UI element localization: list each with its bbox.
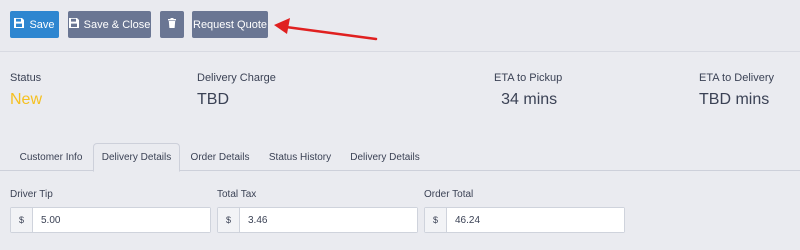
tab-order-details[interactable]: Order Details xyxy=(182,143,258,171)
toolbar: Save Save & Close Request Quote xyxy=(0,0,800,52)
delivery-charge-summary: Delivery Charge TBD xyxy=(197,72,276,109)
floppy-disk-icon xyxy=(68,18,79,31)
request-quote-label: Request Quote xyxy=(193,18,267,31)
eta-pickup-summary: ETA to Pickup 34 mins xyxy=(494,72,562,109)
floppy-disk-icon xyxy=(14,18,25,31)
driver-tip-label: Driver Tip xyxy=(10,189,53,200)
total-tax-input[interactable] xyxy=(240,208,417,232)
eta-delivery-label: ETA to Delivery xyxy=(699,72,774,84)
order-total-input-group: $ xyxy=(424,207,625,233)
save-button[interactable]: Save xyxy=(10,11,59,38)
eta-delivery-value: TBD mins xyxy=(699,91,770,108)
status-value: New xyxy=(10,91,43,108)
save-and-close-button[interactable]: Save & Close xyxy=(68,11,151,38)
tab-status-history[interactable]: Status History xyxy=(260,143,340,171)
delivery-charge-label: Delivery Charge xyxy=(197,72,276,84)
tab-delivery-details[interactable]: Delivery Details xyxy=(93,143,180,172)
total-tax-input-group: $ xyxy=(217,207,418,233)
save-and-close-label: Save & Close xyxy=(83,18,151,31)
tab-customer-info[interactable]: Customer Info xyxy=(10,143,92,171)
eta-delivery-summary: ETA to Delivery TBD mins xyxy=(699,72,774,109)
tab-delivery-details-2[interactable]: Delivery Details xyxy=(342,143,428,171)
total-tax-field: Total Tax $ xyxy=(217,189,418,233)
driver-tip-input[interactable] xyxy=(33,208,210,232)
red-arrow-icon xyxy=(274,18,378,41)
currency-addon: $ xyxy=(218,208,240,232)
currency-addon: $ xyxy=(11,208,33,232)
order-total-field: Order Total $ xyxy=(424,189,625,233)
save-label: Save xyxy=(29,18,55,31)
status-summary: Status New xyxy=(10,72,42,109)
order-total-label: Order Total xyxy=(424,189,474,200)
delivery-charge-value: TBD xyxy=(197,91,229,108)
total-tax-label: Total Tax xyxy=(217,189,257,200)
status-label: Status xyxy=(10,72,42,84)
trash-icon xyxy=(167,18,177,31)
tab-bar: Customer Info Delivery Details Order Det… xyxy=(0,143,800,172)
eta-pickup-label: ETA to Pickup xyxy=(494,72,563,84)
request-quote-button[interactable]: Request Quote xyxy=(192,11,268,38)
driver-tip-input-group: $ xyxy=(10,207,211,233)
eta-pickup-value: 34 mins xyxy=(501,91,558,108)
driver-tip-field: Driver Tip $ xyxy=(10,189,211,233)
currency-addon: $ xyxy=(425,208,447,232)
delete-button[interactable] xyxy=(160,11,184,38)
order-total-input[interactable] xyxy=(447,208,624,232)
